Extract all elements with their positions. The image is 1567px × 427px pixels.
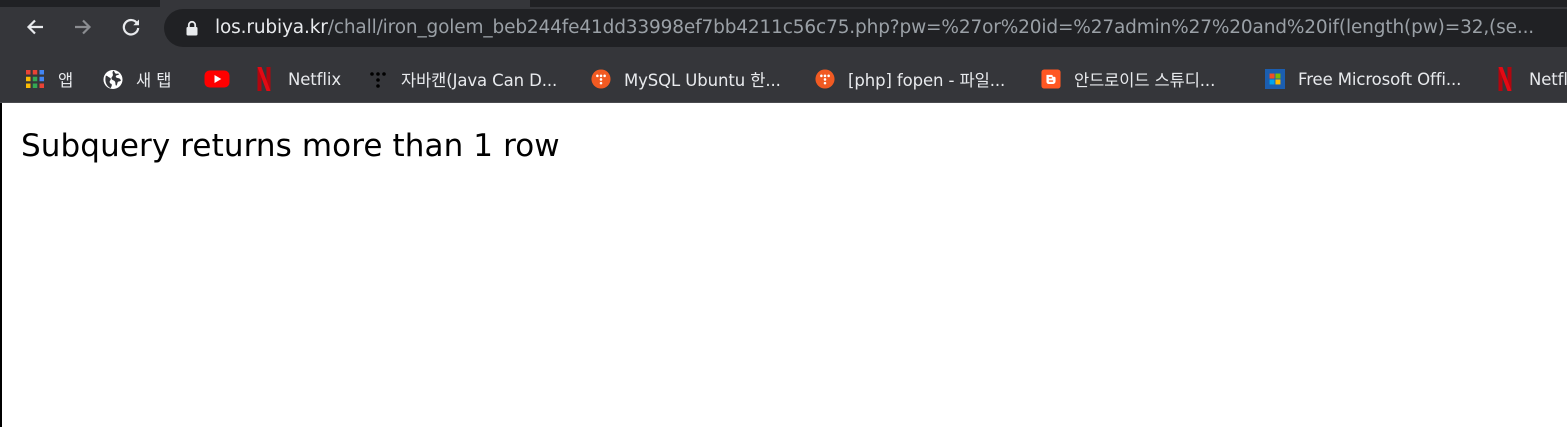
- tistory-icon: [591, 69, 611, 89]
- bookmark-label: 자바캔(Java Can D...: [401, 71, 558, 90]
- bookmark-label: Free Microsoft Offi...: [1298, 69, 1462, 89]
- lock-icon[interactable]: [184, 20, 200, 36]
- bookmark-mysql-ubuntu[interactable]: MySQL Ubuntu 한...: [591, 65, 781, 93]
- arrow-left-icon: [26, 19, 43, 35]
- bookmark-new-tab[interactable]: 새 탭: [103, 65, 171, 93]
- url-text[interactable]: los.rubiya.kr/chall/iron_golem_beb244fe4…: [215, 17, 1534, 39]
- reload-icon: [122, 18, 140, 36]
- bookmark-label: Netflix: [288, 69, 342, 89]
- bookmark-youtube[interactable]: [204, 65, 230, 93]
- reload-button[interactable]: [116, 12, 146, 42]
- bookmark-apps[interactable]: 앱: [25, 65, 73, 93]
- bookmark-netflix-2[interactable]: Netfl: [1497, 65, 1567, 93]
- tistory-dots-icon: [368, 69, 388, 89]
- url-host: los.rubiya.kr: [215, 17, 328, 38]
- globe-icon: [103, 69, 123, 89]
- tab-strip: [0, 0, 1567, 7]
- bookmark-netflix[interactable]: Netflix: [256, 65, 341, 93]
- page-content: Subquery returns more than 1 row: [0, 103, 1567, 427]
- arrow-right-icon: [75, 19, 92, 35]
- netflix-icon: [1497, 67, 1513, 91]
- tistory-icon: [815, 69, 835, 89]
- bookmark-label: 새 탭: [136, 71, 172, 90]
- microsoft-icon: [1265, 69, 1285, 89]
- bookmark-label: 안드로이드 스튜디...: [1074, 71, 1216, 90]
- bookmark-php-fopen[interactable]: [php] fopen - 파일...: [815, 65, 1005, 93]
- forward-button[interactable]: [68, 12, 98, 42]
- youtube-icon: [204, 69, 230, 89]
- bookmarks-bar: 앱 새 탭 Netflix 자바캔(Java Can D... MySQL Ub…: [0, 56, 1567, 103]
- bookmark-javacan[interactable]: 자바캔(Java Can D...: [368, 65, 557, 93]
- blogger-icon: [1041, 69, 1061, 89]
- netflix-icon: [256, 67, 272, 91]
- bookmark-label: [php] fopen - 파일...: [848, 71, 1006, 90]
- bookmark-label: Netfl: [1529, 69, 1567, 89]
- url-path: /chall/iron_golem_beb244fe41dd33998ef7bb…: [327, 17, 1535, 38]
- apps-grid-icon: [25, 69, 45, 89]
- browser-toolbar: los.rubiya.kr/chall/iron_golem_beb244fe4…: [0, 0, 1567, 56]
- address-bar[interactable]: los.rubiya.kr/chall/iron_golem_beb244fe4…: [164, 9, 1567, 47]
- bookmark-microsoft-office[interactable]: Free Microsoft Offi...: [1265, 65, 1461, 93]
- bookmark-android-studio[interactable]: 안드로이드 스튜디...: [1041, 65, 1215, 93]
- bookmark-label: MySQL Ubuntu 한...: [624, 71, 781, 90]
- active-tab-edge[interactable]: [160, 0, 530, 7]
- bookmark-label: 앱: [58, 71, 74, 90]
- back-button[interactable]: [20, 12, 50, 42]
- error-message: Subquery returns more than 1 row: [21, 128, 560, 164]
